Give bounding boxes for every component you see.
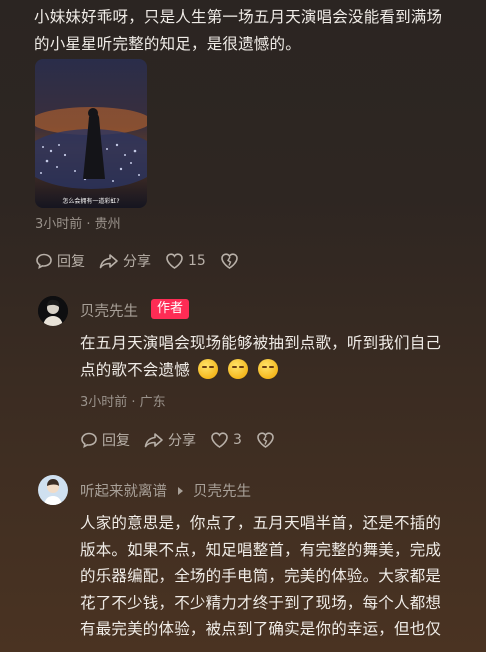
reply-actions: 回复 分享 3 <box>80 430 293 450</box>
reply-meta: 3小时前 · 广东 <box>80 395 166 410</box>
comment-text: 小妹妹好乖呀，只是人生第一场五月天演唱会没能看到满场 的小星星听完整的知足，是很… <box>34 4 442 58</box>
grin-emoji <box>197 359 218 379</box>
share-button[interactable]: 分享 <box>99 251 151 271</box>
heart-icon <box>211 432 228 448</box>
dislike-button[interactable] <box>256 431 279 449</box>
reply-button[interactable]: 回复 <box>35 251 85 271</box>
broken-heart-icon <box>221 253 238 269</box>
reply-label: 回复 <box>102 433 130 449</box>
reply-text-line: 点的歌不会遗憾 <box>80 357 441 384</box>
reply-text-line: 人家的意思是，你点了，五月天唱半首，还是不插的 <box>80 514 442 532</box>
comment-text-line: 的小星星听完整的知足，是很遗憾的。 <box>34 35 301 53</box>
grin-emoji <box>257 359 278 379</box>
concert-photo-image <box>35 59 147 208</box>
reply-username[interactable]: 贝壳先生 <box>80 300 138 321</box>
like-button[interactable]: 3 <box>210 431 242 449</box>
reply-text: 人家的意思是，你点了，五月天唱半首，还是不插的 版本。如果不点，知足唱整首，有完… <box>80 510 441 643</box>
reply-text-line: 花了不少钱，不少精力才终于到了现场，每个人都想 <box>80 593 442 612</box>
share-label: 分享 <box>123 254 151 270</box>
reply-text-line: 版本。如果不点，知足唱整首，有完整的舞美，完成 <box>80 540 442 559</box>
concert-photo[interactable]: 怎么会拥有一道彩虹? <box>35 59 147 208</box>
like-button[interactable]: 15 <box>165 252 206 270</box>
caret-right-icon <box>178 486 183 495</box>
reply-text-line: 在五月天演唱会现场能够被抽到点歌，听到我们自己 <box>80 334 442 352</box>
share-icon <box>99 254 118 269</box>
avatar-image <box>38 475 68 505</box>
photo-caption: 怎么会拥有一道彩虹? <box>62 198 120 205</box>
reply-label: 回复 <box>57 254 85 270</box>
comment-meta: 3小时前 · 贵州 <box>35 217 121 232</box>
reply-text-line-content: 点的歌不会遗憾 <box>80 361 190 379</box>
reply-button[interactable]: 回复 <box>80 430 130 450</box>
avatar-image <box>38 296 68 326</box>
reply-text-line: 有最完美的体验，被点到了确实是你的幸运，但也仅 <box>80 620 442 638</box>
grin-emoji <box>227 359 248 379</box>
like-count: 15 <box>188 253 206 269</box>
comment-text-line: 小妹妹好乖呀，只是人生第一场五月天演唱会没能看到满场 <box>34 8 443 26</box>
share-button[interactable]: 分享 <box>144 430 196 450</box>
comment-icon <box>81 432 97 448</box>
avatar[interactable] <box>38 475 68 505</box>
reply-header: 听起来就离谱 贝壳先生 <box>80 480 251 501</box>
comment-actions: 回复 分享 15 <box>35 251 257 271</box>
comment-icon <box>36 253 52 269</box>
avatar[interactable] <box>38 296 68 326</box>
dislike-button[interactable] <box>220 252 243 270</box>
reply-text: 在五月天演唱会现场能够被抽到点歌，听到我们自己 点的歌不会遗憾 <box>80 330 441 384</box>
broken-heart-icon <box>257 432 274 448</box>
share-icon <box>144 433 163 448</box>
reply-text-line: 的乐器编配，全场的手电筒，完美的体验。大家都是 <box>80 567 442 585</box>
author-badge: 作者 <box>151 299 190 319</box>
share-label: 分享 <box>168 433 196 449</box>
reply-username[interactable]: 听起来就离谱 <box>80 480 167 501</box>
heart-icon <box>166 253 183 269</box>
reply-to-username[interactable]: 贝壳先生 <box>193 480 251 501</box>
like-count: 3 <box>233 432 242 448</box>
